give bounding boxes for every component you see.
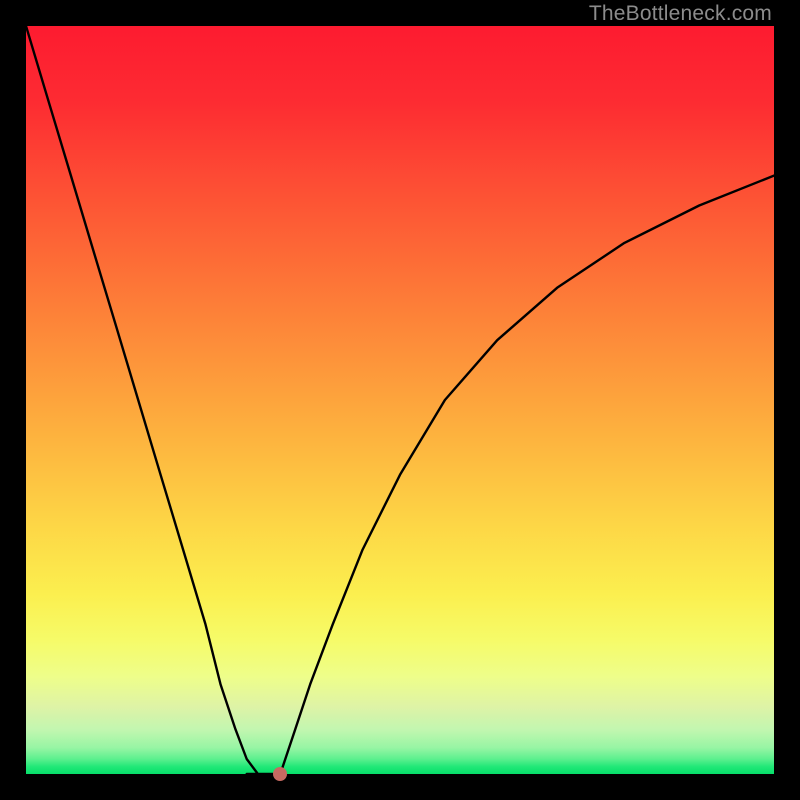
optimum-marker — [273, 767, 287, 781]
plot-area — [26, 26, 774, 774]
curve-path — [26, 26, 774, 774]
chart-frame: TheBottleneck.com — [0, 0, 800, 800]
bottleneck-curve — [26, 26, 774, 774]
watermark-text: TheBottleneck.com — [589, 2, 772, 26]
